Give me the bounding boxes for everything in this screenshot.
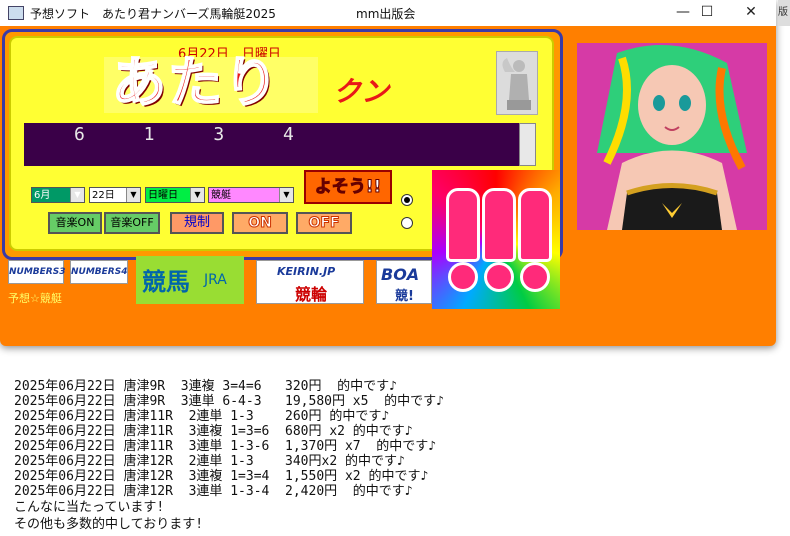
category-select[interactable]: 競艇 ▼ — [208, 187, 294, 203]
radio-option-2[interactable] — [401, 217, 413, 229]
window-center-title: mm出版会 — [356, 7, 416, 21]
character-portrait — [577, 43, 767, 230]
predict-button[interactable]: よそう!! — [304, 170, 392, 204]
predict-kyotei-link[interactable]: 予想☆競艇 — [8, 290, 62, 306]
boat-sub-label: 競! — [395, 289, 414, 304]
exclamation-icon — [482, 188, 516, 262]
logo-kun: クン — [333, 75, 390, 108]
weekday-value: 日曜日 — [148, 190, 178, 201]
angel-statue-image — [496, 51, 538, 115]
display-scroll[interactable] — [519, 123, 536, 166]
boat-banner[interactable]: BOA 競! — [376, 260, 432, 304]
title-bar: 予想ソフト あたり君ナンバーズ馬輪艇2025 mm出版会 — ☐ ✕ — [0, 0, 776, 26]
message-line-2: その他も多数的中しております! — [14, 517, 204, 532]
exclamation-icon — [446, 188, 480, 262]
jra-label: JRA — [204, 272, 227, 288]
keirin-banner[interactable]: KEIRIN.JP 競輪 — [256, 260, 364, 304]
rules-button[interactable]: 規制 — [170, 212, 224, 234]
numbers3-banner[interactable]: NUMBERS3 — [8, 260, 65, 284]
maximize-icon: ☐ — [700, 4, 714, 20]
result-line: 2025年06月22日 唐津9R 3連複 3=4=6 320円 的中です♪ — [14, 379, 397, 394]
chevron-down-icon: ▼ — [126, 188, 140, 202]
app-window: 予想ソフト あたり君ナンバーズ馬輪艇2025 mm出版会 — ☐ ✕ 6月 22日… — [0, 0, 776, 346]
result-line: 2025年06月22日 唐津11R 3連複 1=3=6 680円 x2 的中です… — [14, 424, 413, 439]
result-line: 2025年06月22日 唐津11R 2連単 1-3 260円 的中です♪ — [14, 409, 390, 424]
music-off-button[interactable]: 音楽OFF — [104, 212, 160, 234]
chevron-down-icon: ▼ — [70, 188, 84, 202]
day-select[interactable]: 22日 ▼ — [89, 187, 141, 203]
maximize-button[interactable]: ☐ — [684, 0, 730, 26]
chevron-down-icon: ▼ — [190, 188, 204, 202]
off-button[interactable]: OFF — [296, 212, 352, 234]
close-icon: ✕ — [745, 4, 757, 20]
close-button[interactable]: ✕ — [728, 0, 774, 26]
month-select[interactable]: 6月 ▼ — [31, 187, 85, 203]
radio-option-1[interactable] — [401, 194, 413, 206]
chevron-down-icon: ▼ — [279, 188, 293, 202]
exclamation-dot — [520, 262, 550, 292]
predicted-numbers: 6 1 3 4 — [74, 124, 318, 145]
category-value: 競艇 — [211, 190, 231, 201]
numbers4-banner[interactable]: NUMBERS4 — [70, 260, 128, 284]
on-button[interactable]: ON — [232, 212, 288, 234]
exclamation-dot — [448, 262, 478, 292]
result-line: 2025年06月22日 唐津9R 3連単 6-4-3 19,580円 x5 的中… — [14, 394, 444, 409]
boat-label: BOA — [381, 265, 420, 284]
app-icon — [8, 6, 24, 20]
day-value: 22日 — [92, 190, 115, 201]
exclamation-dot — [484, 262, 514, 292]
weekday-select[interactable]: 日曜日 ▼ — [145, 187, 205, 203]
keiba-jra-banner[interactable]: 競馬 JRA — [136, 256, 244, 304]
keiba-label: 競馬 — [142, 268, 190, 296]
result-line: 2025年06月22日 唐津12R 2連単 1-3 340円x2 的中です♪ — [14, 454, 405, 469]
result-line: 2025年06月22日 唐津12R 3連複 1=3=4 1,550円 x2 的中… — [14, 469, 429, 484]
music-on-button[interactable]: 音楽ON — [48, 212, 102, 234]
result-line: 2025年06月22日 唐津11R 3連単 1-3-6 1,370円 x7 的中… — [14, 439, 437, 454]
background-window-edge: 版会 — [778, 0, 790, 26]
window-title: 予想ソフト あたり君ナンバーズ馬輪艇2025 — [30, 7, 276, 21]
logo-atari: あたり — [111, 50, 280, 115]
keirin-label: 競輪 — [295, 285, 328, 304]
exclamation-graphic — [432, 170, 560, 309]
background-window-text: 版会 — [778, 7, 788, 18]
exclamation-icon — [518, 188, 552, 262]
month-value: 6月 — [34, 190, 51, 201]
results-list: 2025年06月22日 唐津9R 3連複 3=4=6 320円 的中です♪ 202… — [14, 364, 444, 514]
keirin-jp-label: KEIRIN.JP — [277, 265, 336, 278]
